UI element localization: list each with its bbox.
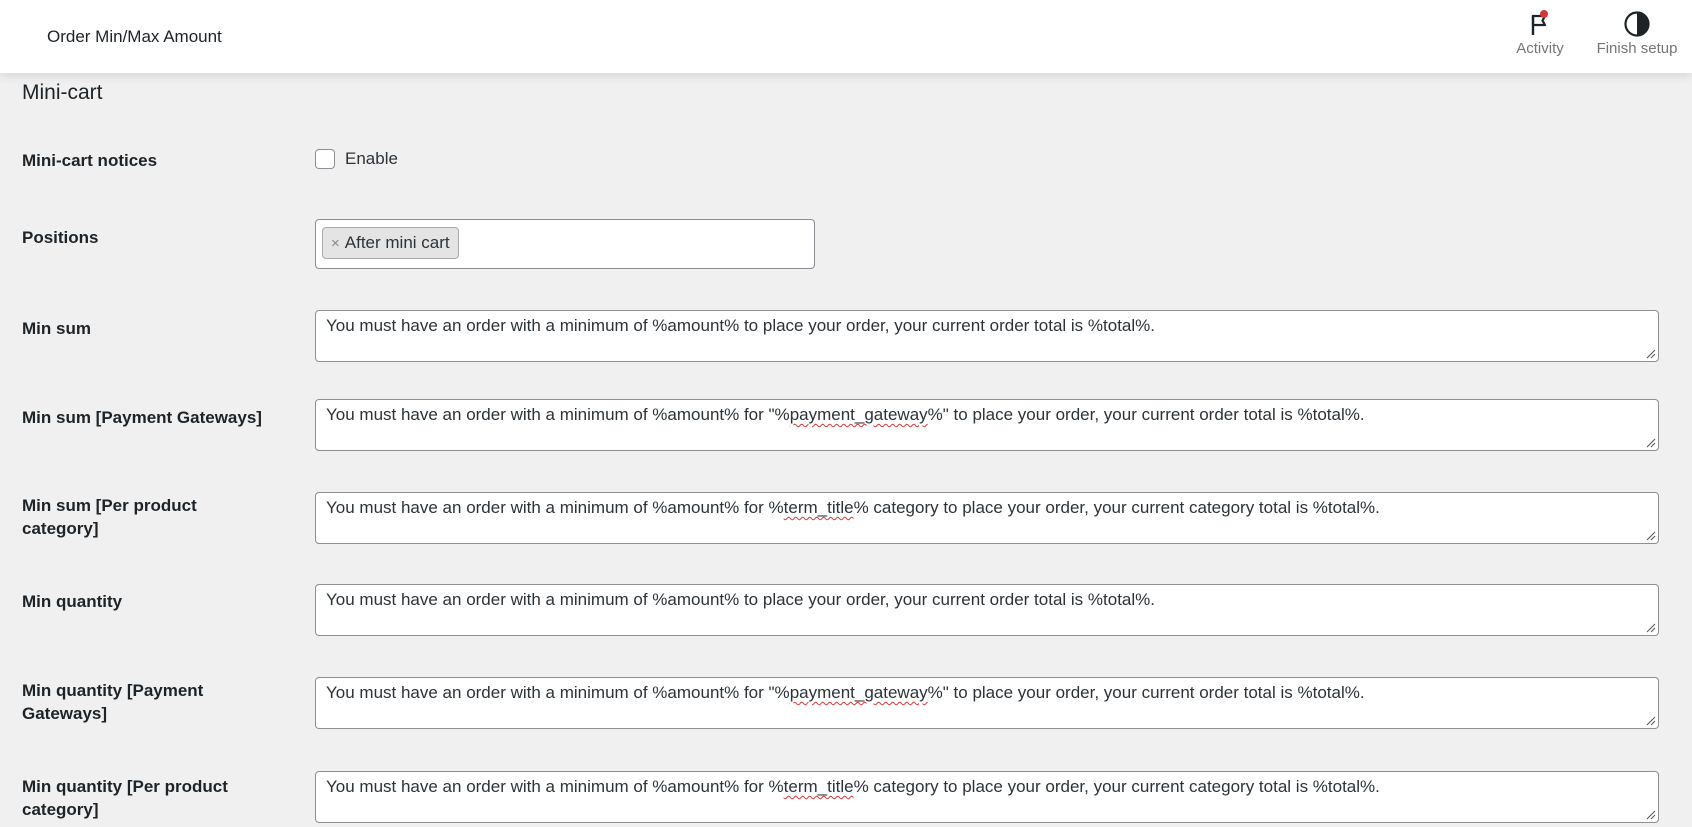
min-quantity-text: You must have an order with a minimum of… xyxy=(326,590,1155,609)
activity-button[interactable]: Activity xyxy=(1510,8,1570,66)
top-bar: Order Min/Max Amount Activity Finish set… xyxy=(0,0,1692,73)
text-post: % category to place your order, your cur… xyxy=(853,498,1380,517)
mini-cart-notices-label: Mini-cart notices xyxy=(22,151,158,170)
min-sum-text: You must have an order with a minimum of… xyxy=(326,316,1155,335)
enable-checkbox-label[interactable]: Enable xyxy=(345,149,398,169)
min-quantity-payment-gateways-textarea[interactable]: You must have an order with a minimum of… xyxy=(315,677,1659,729)
flag-icon xyxy=(1527,8,1553,40)
min-quantity-category-textarea[interactable]: You must have an order with a minimum of… xyxy=(315,771,1659,823)
activity-label: Activity xyxy=(1516,40,1564,57)
resize-handle-icon[interactable] xyxy=(1646,623,1656,633)
min-quantity-label: Min quantity xyxy=(22,592,123,611)
spellcheck-word: term_title xyxy=(783,777,854,796)
text-post: % category to place your order, your cur… xyxy=(853,777,1380,796)
min-sum-category-label: Min sum [Per product category] xyxy=(22,496,197,538)
resize-handle-icon[interactable] xyxy=(1646,531,1656,541)
spellcheck-word: term_title xyxy=(783,498,854,517)
min-quantity-textarea[interactable]: You must have an order with a minimum of… xyxy=(315,584,1659,636)
enable-checkbox[interactable] xyxy=(315,149,335,169)
text-post: %" to place your order, your current ord… xyxy=(927,405,1365,424)
finish-setup-label: Finish setup xyxy=(1596,40,1678,57)
text-post: %" to place your order, your current ord… xyxy=(927,683,1365,702)
chip-label: After mini cart xyxy=(344,233,450,252)
spellcheck-word: payment_gateway xyxy=(789,683,928,702)
resize-handle-icon[interactable] xyxy=(1646,349,1656,359)
min-sum-category-textarea[interactable]: You must have an order with a minimum of… xyxy=(315,492,1659,544)
half-circle-icon xyxy=(1623,8,1651,40)
finish-setup-button[interactable]: Finish setup xyxy=(1592,8,1682,66)
min-sum-label: Min sum xyxy=(22,319,91,338)
positions-chip: × After mini cart xyxy=(322,227,459,259)
text-pre: You must have an order with a minimum of… xyxy=(326,405,790,424)
chip-remove-icon[interactable]: × xyxy=(331,235,340,252)
enable-checkbox-row[interactable]: Enable xyxy=(315,149,398,169)
min-quantity-payment-gateways-label: Min quantity [Payment Gateways] xyxy=(22,681,204,723)
text-pre: You must have an order with a minimum of… xyxy=(326,683,790,702)
section-title: Mini-cart xyxy=(22,81,103,104)
text-pre: You must have an order with a minimum of… xyxy=(326,777,784,796)
text-pre: You must have an order with a minimum of… xyxy=(326,498,784,517)
min-sum-payment-gateways-label: Min sum [Payment Gateways] xyxy=(22,408,262,427)
spellcheck-word: payment_gateway xyxy=(789,405,928,424)
resize-handle-icon[interactable] xyxy=(1646,810,1656,820)
positions-multiselect[interactable]: × After mini cart xyxy=(315,219,815,269)
positions-label: Positions xyxy=(22,228,99,247)
resize-handle-icon[interactable] xyxy=(1646,716,1656,726)
min-sum-textarea[interactable]: You must have an order with a minimum of… xyxy=(315,310,1659,362)
page-title: Order Min/Max Amount xyxy=(47,27,222,46)
resize-handle-icon[interactable] xyxy=(1646,438,1656,448)
min-sum-payment-gateways-textarea[interactable]: You must have an order with a minimum of… xyxy=(315,399,1659,451)
min-quantity-category-label: Min quantity [Per product category] xyxy=(22,777,228,819)
